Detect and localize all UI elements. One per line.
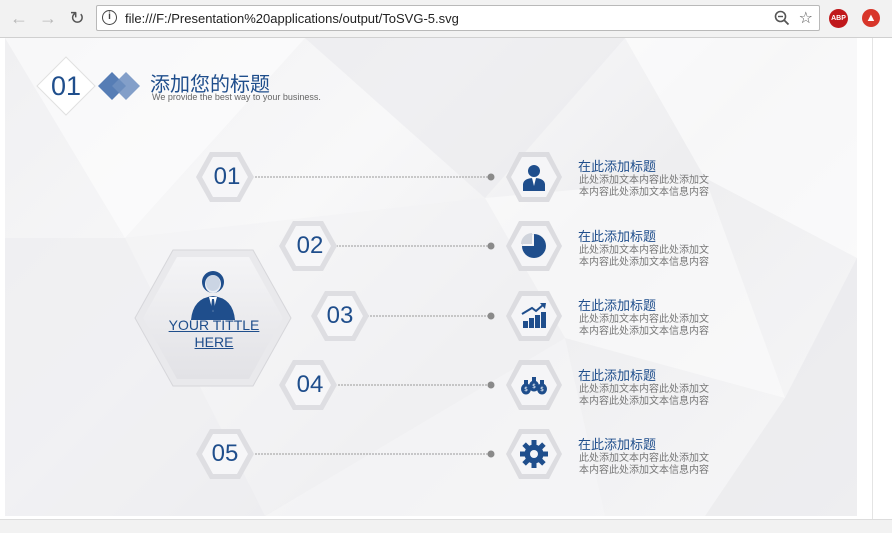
- item-desc-4: 此处添加文本内容此处添加文 本内容此处添加文本信息内容: [579, 384, 739, 408]
- icon-hex-2: [506, 221, 562, 271]
- adblock-extension-icon[interactable]: ABP: [829, 9, 848, 28]
- number-label-1: 01: [213, 163, 241, 190]
- window-bottom-edge: [0, 519, 892, 533]
- number-label-3: 03: [326, 302, 354, 329]
- slide: 01 添加您的标题 We provide the best way to you…: [5, 38, 857, 516]
- address-url[interactable]: file:///F:/Presentation%20applications/o…: [125, 11, 459, 26]
- update-extension-icon[interactable]: ▲: [862, 9, 880, 27]
- item-desc-5: 此处添加文本内容此处添加文 本内容此处添加文本信息内容: [579, 453, 739, 477]
- item-title-3: 在此添加标题: [578, 298, 657, 313]
- item-desc-3-line1: 此处添加文本内容此处添加文: [579, 314, 709, 325]
- reload-icon[interactable]: ↻: [66, 7, 88, 29]
- item-desc-1: 此处添加文本内容此处添加文 本内容此处添加文本信息内容: [579, 175, 739, 199]
- item-desc-3: 此处添加文本内容此处添加文 本内容此处添加文本信息内容: [579, 314, 739, 338]
- item-desc-2-line2: 本内容此处添加文本信息内容: [579, 257, 709, 268]
- forward-arrow-icon[interactable]: →: [37, 7, 59, 29]
- item-desc-2-line1: 此处添加文本内容此处添加文: [579, 245, 709, 256]
- back-arrow-icon[interactable]: ←: [8, 7, 30, 29]
- number-label-2: 02: [296, 232, 324, 259]
- icon-hex-4: $ $ $: [506, 360, 562, 410]
- center-title-line1[interactable]: YOUR TITTLE: [169, 317, 260, 333]
- item-desc-5-line2: 本内容此处添加文本信息内容: [579, 465, 709, 476]
- number-label-4: 04: [296, 371, 324, 398]
- item-title-2: 在此添加标题: [578, 229, 657, 244]
- svg-text:$: $: [540, 386, 544, 393]
- item-title-5: 在此添加标题: [578, 437, 657, 452]
- item-desc-3-line2: 本内容此处添加文本信息内容: [579, 326, 709, 337]
- gear-icon: [520, 440, 548, 468]
- svg-text:$: $: [532, 383, 536, 390]
- center-title-link[interactable]: YOUR TITTLE HERE: [158, 317, 270, 351]
- center-title-line2[interactable]: HERE: [195, 334, 234, 350]
- browser-toolbar: ← → ↻ i file:///F:/Presentation%20applic…: [0, 0, 892, 38]
- icon-hex-5: [506, 429, 562, 479]
- number-label-5: 05: [211, 440, 239, 467]
- zoom-icon[interactable]: [773, 9, 791, 27]
- icon-hex-1: [506, 152, 562, 202]
- item-desc-4-line2: 本内容此处添加文本信息内容: [579, 396, 709, 407]
- bookmark-star-icon[interactable]: ☆: [799, 8, 813, 28]
- item-title-1: 在此添加标题: [578, 159, 657, 174]
- item-desc-1-line2: 本内容此处添加文本信息内容: [579, 187, 709, 198]
- page-margin-right: [872, 38, 892, 532]
- item-desc-5-line1: 此处添加文本内容此处添加文: [579, 453, 709, 464]
- item-desc-1-line1: 此处添加文本内容此处添加文: [579, 175, 709, 186]
- info-icon[interactable]: i: [102, 10, 117, 25]
- icon-hex-3: [506, 291, 562, 341]
- svg-text:$: $: [524, 386, 528, 393]
- address-bar[interactable]: i file:///F:/Presentation%20applications…: [96, 5, 820, 31]
- item-title-4: 在此添加标题: [578, 368, 657, 383]
- item-desc-4-line1: 此处添加文本内容此处添加文: [579, 384, 709, 395]
- item-desc-2: 此处添加文本内容此处添加文 本内容此处添加文本信息内容: [579, 245, 739, 269]
- page-viewport: 01 添加您的标题 We provide the best way to you…: [0, 38, 892, 532]
